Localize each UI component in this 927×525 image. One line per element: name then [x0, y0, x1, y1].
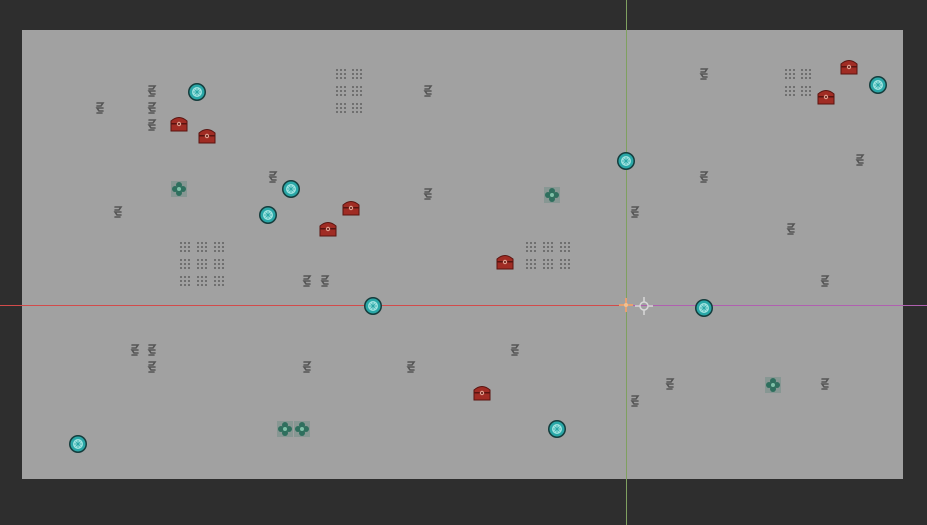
move-cursor-icon[interactable]	[634, 296, 654, 316]
green-clover-tile-icon[interactable]	[294, 421, 310, 437]
grey-dot-grid-tile-icon[interactable]	[196, 272, 208, 286]
red-treasure-chest-icon[interactable]	[341, 199, 361, 217]
grey-squiggle-tile-icon[interactable]	[819, 376, 831, 390]
grey-squiggle-tile-icon[interactable]	[819, 273, 831, 287]
grey-dot-grid-tile-icon[interactable]	[335, 82, 347, 96]
grey-squiggle-tile-icon[interactable]	[509, 342, 521, 356]
grey-squiggle-tile-icon[interactable]	[698, 169, 710, 183]
teal-orb-icon[interactable]	[868, 75, 888, 95]
grey-squiggle-tile-icon[interactable]	[664, 376, 676, 390]
grey-dot-grid-tile-icon[interactable]	[213, 238, 225, 252]
green-clover-tile-icon[interactable]	[765, 377, 781, 393]
green-clover-tile-icon[interactable]	[171, 181, 187, 197]
grey-squiggle-tile-icon[interactable]	[698, 66, 710, 80]
grey-squiggle-tile-icon[interactable]	[405, 359, 417, 373]
grey-dot-grid-tile-icon[interactable]	[525, 238, 537, 252]
grey-squiggle-tile-icon[interactable]	[301, 359, 313, 373]
grey-squiggle-tile-icon[interactable]	[629, 393, 641, 407]
teal-orb-icon[interactable]	[694, 298, 714, 318]
grey-dot-grid-tile-icon[interactable]	[335, 99, 347, 113]
red-treasure-chest-icon[interactable]	[816, 88, 836, 106]
grey-squiggle-tile-icon[interactable]	[146, 100, 158, 114]
teal-orb-icon[interactable]	[616, 151, 636, 171]
grey-dot-grid-tile-icon[interactable]	[335, 65, 347, 79]
grey-squiggle-tile-icon[interactable]	[267, 169, 279, 183]
grey-dot-grid-tile-icon[interactable]	[351, 82, 363, 96]
grey-squiggle-tile-icon[interactable]	[94, 100, 106, 114]
grey-squiggle-tile-icon[interactable]	[112, 204, 124, 218]
grey-squiggle-tile-icon[interactable]	[301, 273, 313, 287]
grey-dot-grid-tile-icon[interactable]	[196, 255, 208, 269]
teal-orb-icon[interactable]	[258, 205, 278, 225]
green-clover-tile-icon[interactable]	[277, 421, 293, 437]
grey-squiggle-tile-icon[interactable]	[146, 83, 158, 97]
grey-dot-grid-tile-icon[interactable]	[179, 255, 191, 269]
grey-dot-grid-tile-icon[interactable]	[213, 255, 225, 269]
grey-dot-grid-tile-icon[interactable]	[784, 82, 796, 96]
red-treasure-chest-icon[interactable]	[169, 115, 189, 133]
y-axis-line	[626, 0, 627, 525]
grey-dot-grid-tile-icon[interactable]	[525, 255, 537, 269]
x-axis-negative	[0, 305, 626, 306]
grey-squiggle-tile-icon[interactable]	[146, 117, 158, 131]
grey-dot-grid-tile-icon[interactable]	[542, 255, 554, 269]
red-treasure-chest-icon[interactable]	[197, 127, 217, 145]
editor-viewport[interactable]	[0, 0, 927, 525]
teal-orb-icon[interactable]	[547, 419, 567, 439]
grey-dot-grid-tile-icon[interactable]	[800, 82, 812, 96]
grey-squiggle-tile-icon[interactable]	[854, 152, 866, 166]
grey-dot-grid-tile-icon[interactable]	[559, 255, 571, 269]
grey-dot-grid-tile-icon[interactable]	[800, 65, 812, 79]
grey-dot-grid-tile-icon[interactable]	[542, 238, 554, 252]
teal-orb-icon[interactable]	[363, 296, 383, 316]
grey-squiggle-tile-icon[interactable]	[146, 342, 158, 356]
grey-dot-grid-tile-icon[interactable]	[351, 99, 363, 113]
grey-dot-grid-tile-icon[interactable]	[784, 65, 796, 79]
teal-orb-icon[interactable]	[187, 82, 207, 102]
red-treasure-chest-icon[interactable]	[472, 384, 492, 402]
green-clover-tile-icon[interactable]	[544, 187, 560, 203]
x-axis-positive	[626, 305, 927, 306]
grey-squiggle-tile-icon[interactable]	[785, 221, 797, 235]
grey-squiggle-tile-icon[interactable]	[319, 273, 331, 287]
x-axis-line	[0, 305, 927, 306]
red-treasure-chest-icon[interactable]	[839, 58, 859, 76]
grey-squiggle-tile-icon[interactable]	[146, 359, 158, 373]
grey-squiggle-tile-icon[interactable]	[629, 204, 641, 218]
teal-orb-icon[interactable]	[68, 434, 88, 454]
grey-dot-grid-tile-icon[interactable]	[179, 272, 191, 286]
grey-squiggle-tile-icon[interactable]	[129, 342, 141, 356]
grey-dot-grid-tile-icon[interactable]	[213, 272, 225, 286]
red-treasure-chest-icon[interactable]	[318, 220, 338, 238]
grey-dot-grid-tile-icon[interactable]	[351, 65, 363, 79]
grey-dot-grid-tile-icon[interactable]	[559, 238, 571, 252]
origin-crosshair-icon	[616, 295, 636, 315]
grey-dot-grid-tile-icon[interactable]	[179, 238, 191, 252]
red-treasure-chest-icon[interactable]	[495, 253, 515, 271]
grey-dot-grid-tile-icon[interactable]	[196, 238, 208, 252]
teal-orb-icon[interactable]	[281, 179, 301, 199]
grey-squiggle-tile-icon[interactable]	[422, 186, 434, 200]
grey-squiggle-tile-icon[interactable]	[422, 83, 434, 97]
